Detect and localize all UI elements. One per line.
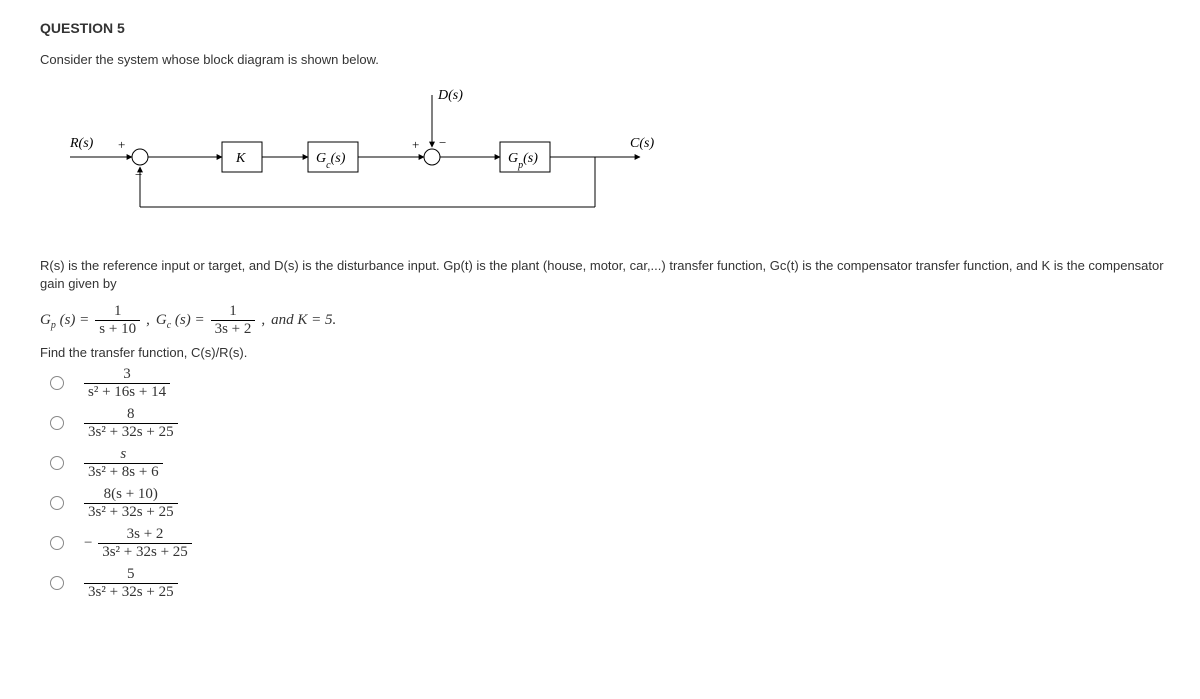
question-heading: QUESTION 5 (40, 20, 1180, 36)
description-text: R(s) is the reference input or target, a… (40, 257, 1180, 293)
label-gc: Gc(s) (316, 151, 346, 171)
label-k: K (235, 151, 246, 166)
option-math: s 3s² + 8s + 6 (84, 446, 163, 480)
radio-button[interactable] (50, 376, 64, 390)
radio-button[interactable] (50, 496, 64, 510)
label-d: D(s) (437, 88, 463, 103)
radio-button[interactable] (50, 576, 64, 590)
label-c: C(s) (630, 136, 654, 151)
option-math: 3 s² + 16s + 14 (84, 366, 170, 400)
option-row[interactable]: 3 s² + 16s + 14 (50, 366, 1180, 400)
radio-button[interactable] (50, 536, 64, 550)
label-minus2: − (439, 135, 446, 150)
radio-button[interactable] (50, 456, 64, 470)
option-math: 8(s + 10) 3s² + 32s + 25 (84, 486, 178, 520)
radio-button[interactable] (50, 416, 64, 430)
label-minus1: − (135, 167, 142, 182)
option-row[interactable]: 5 3s² + 32s + 25 (50, 566, 1180, 600)
label-r: R(s) (69, 136, 94, 151)
option-row[interactable]: 8(s + 10) 3s² + 32s + 25 (50, 486, 1180, 520)
block-diagram: .sigline { stroke:#000; stroke-width:1; … (40, 77, 1180, 227)
option-row[interactable]: 8 3s² + 32s + 25 (50, 406, 1180, 440)
option-row[interactable]: s 3s² + 8s + 6 (50, 446, 1180, 480)
option-row[interactable]: − 3s + 2 3s² + 32s + 25 (50, 526, 1180, 560)
option-math: 5 3s² + 32s + 25 (84, 566, 178, 600)
prompt-text: Consider the system whose block diagram … (40, 52, 1180, 67)
option-math: − 3s + 2 3s² + 32s + 25 (84, 526, 192, 560)
label-plus1: + (118, 137, 125, 152)
label-gp: Gp(s) (508, 151, 538, 171)
option-math: 8 3s² + 32s + 25 (84, 406, 178, 440)
instruction-text: Find the transfer function, C(s)/R(s). (40, 345, 1180, 360)
options-list: 3 s² + 16s + 14 8 3s² + 32s + 25 s 3s² +… (50, 366, 1180, 600)
equation-line: Gp (s) = 1 s + 10 , Gc (s) = 1 3s + 2 , … (40, 303, 1180, 337)
label-plus2: + (412, 137, 419, 152)
